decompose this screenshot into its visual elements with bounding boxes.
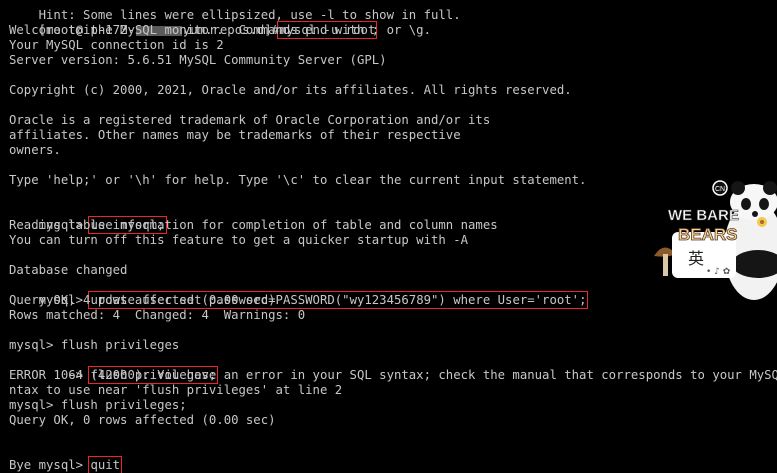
line-text: Type 'help;' or '\h' for help. Type '\c'… xyxy=(9,173,587,187)
terminal-line: owners. xyxy=(9,143,61,158)
terminal-line: Type 'help;' or '\h' for help. Type '\c'… xyxy=(9,173,586,188)
bear-sticker-image: CN WE BARE BEARS 英 • ♪ ✿ xyxy=(654,180,777,302)
terminal-line: Hint: Some lines were ellipsized, use -l… xyxy=(9,0,461,22)
line-text: Server version: 5.6.51 MySQL Community S… xyxy=(9,53,387,67)
terminal-line: Reading table information for completion… xyxy=(9,218,498,233)
terminal-line: mysql> flush privileges; xyxy=(9,398,187,413)
line-text: Database changed xyxy=(9,263,128,277)
sticker-glyph: 英 xyxy=(688,249,704,268)
sticker-extra: • ♪ ✿ xyxy=(706,267,731,277)
mysql-prompt: mysql> xyxy=(38,458,91,472)
terminal-line: Copyright (c) 2000, 2021, Oracle and/or … xyxy=(9,83,572,98)
terminal-window[interactable]: Hint: Some lines were ellipsized, use -l… xyxy=(0,0,777,473)
line-text: Query OK, 0 rows affected (0.00 sec) xyxy=(9,413,276,427)
line-text: Your MySQL connection id is 2 xyxy=(9,38,224,52)
terminal-line-mysql-prompt: mysql> update user set password=PASSWORD… xyxy=(9,278,589,309)
line-text: mysql> flush privileges; xyxy=(9,398,187,412)
line-text: Bye xyxy=(9,458,32,472)
highlighted-command: quit xyxy=(88,456,123,473)
terminal-line: Server version: 5.6.51 MySQL Community S… xyxy=(9,53,387,68)
badge-text: CN xyxy=(715,186,725,193)
terminal-line-continuation: -> flush privileges; xyxy=(9,353,219,384)
terminal-line: ntax to use near 'flush privileges' at l… xyxy=(9,383,342,398)
sticker-title-2: BEARS xyxy=(678,225,738,244)
terminal-line: Query OK, 4 rows affected (0.00 sec) xyxy=(9,293,276,308)
terminal-line: mysql> flush privileges xyxy=(9,338,179,353)
line-text: Copyright (c) 2000, 2021, Oracle and/or … xyxy=(9,83,572,97)
terminal-line-error: ERROR 1064 (42000): You have an error in… xyxy=(9,368,777,383)
line-text: Welcome to the MySQL monitor. Commands e… xyxy=(9,23,431,37)
line-text: mysql> flush privileges xyxy=(9,338,180,352)
line-text: Query OK, 4 rows affected (0.00 sec) xyxy=(9,293,276,307)
line-text: affiliates. Other names may be trademark… xyxy=(9,128,461,142)
terminal-line-shell-prompt: [root@ip-172- yum.repos.d]#mysql -u root xyxy=(9,8,378,39)
line-text: You can turn off this feature to get a q… xyxy=(9,233,469,247)
terminal-line: Welcome to the MySQL monitor. Commands e… xyxy=(9,23,431,38)
sticker-title-1: WE BARE xyxy=(668,207,739,224)
line-text: ERROR 1064 (42000): You have an error in… xyxy=(9,368,777,382)
line-text: Reading table information for completion… xyxy=(9,218,498,232)
terminal-line: Database changed xyxy=(9,263,127,278)
line-text: Oracle is a registered trademark of Orac… xyxy=(9,113,491,127)
line-text: ntax to use near 'flush privileges' at l… xyxy=(9,383,343,397)
terminal-line: Bye xyxy=(9,458,31,473)
terminal-line: Rows matched: 4 Changed: 4 Warnings: 0 xyxy=(9,308,305,323)
terminal-line: affiliates. Other names may be trademark… xyxy=(9,128,461,143)
line-text: Rows matched: 4 Changed: 4 Warnings: 0 xyxy=(9,308,306,322)
terminal-line: Oracle is a registered trademark of Orac… xyxy=(9,113,490,128)
terminal-line: You can turn off this feature to get a q… xyxy=(9,233,468,248)
terminal-line: Query OK, 0 rows affected (0.00 sec) xyxy=(9,413,276,428)
line-text: owners. xyxy=(9,143,61,157)
terminal-line: Your MySQL connection id is 2 xyxy=(9,38,224,53)
terminal-line-mysql-prompt: mysql> quit xyxy=(9,443,123,473)
bear-sticker-graphic: CN WE BARE BEARS 英 • ♪ ✿ xyxy=(654,180,777,300)
terminal-line-mysql-prompt: mysql> use mysql; xyxy=(9,203,167,234)
